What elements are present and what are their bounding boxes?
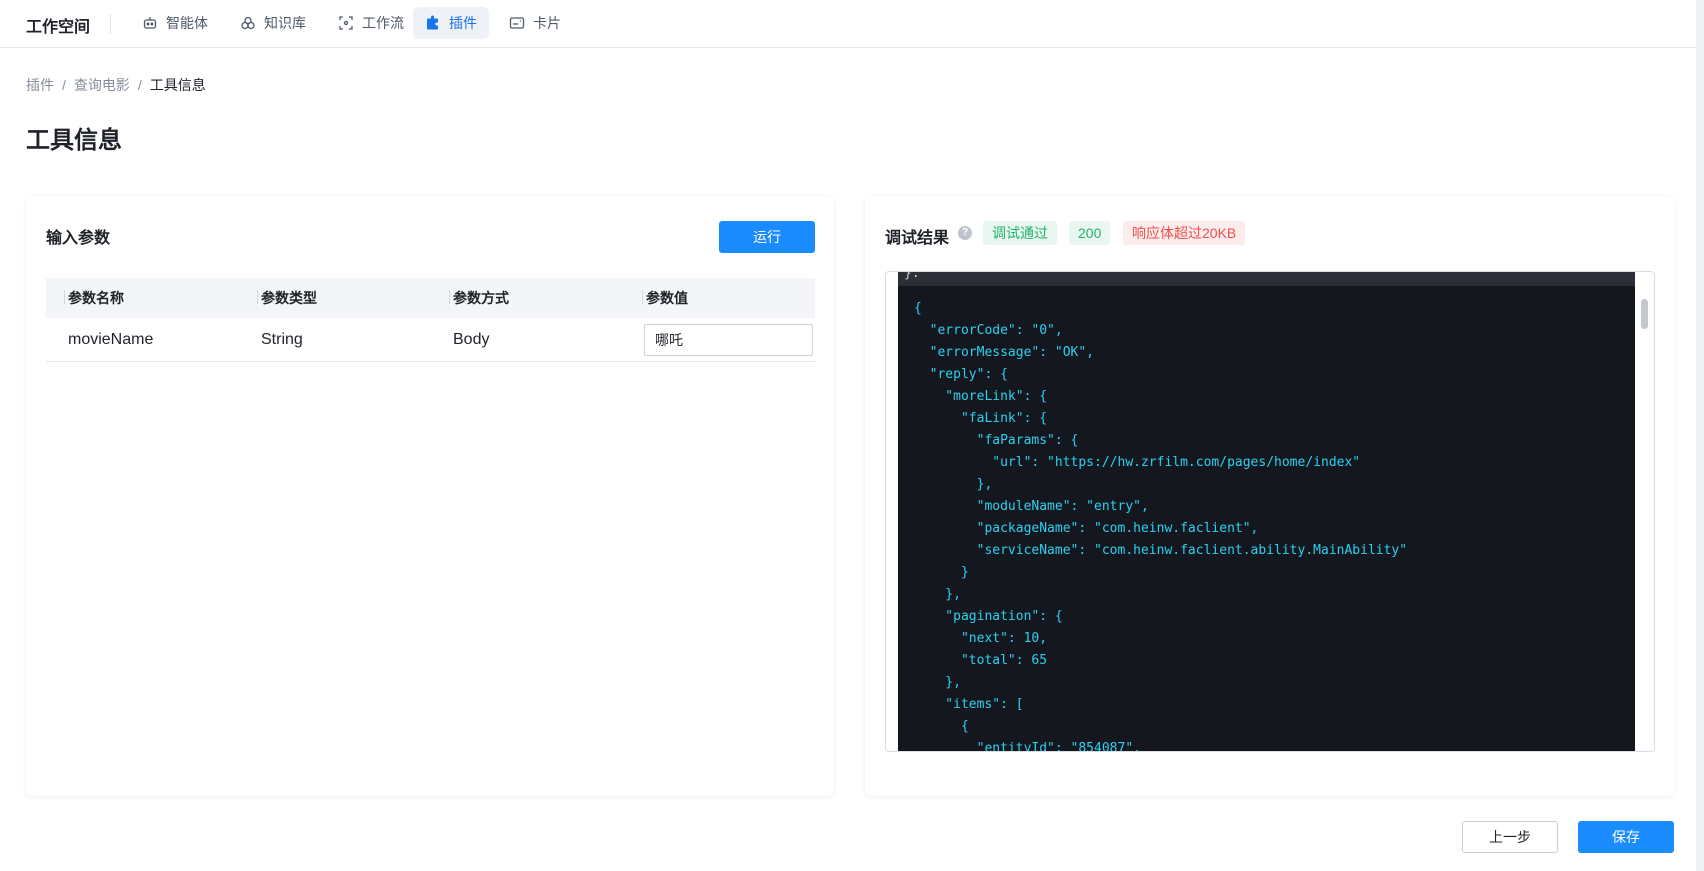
code-block[interactable]: }. { "errorCode": "0", "errorMessage": "… <box>898 272 1635 752</box>
scrollbar-thumb[interactable] <box>1641 299 1648 329</box>
input-params-title: 输入参数 <box>46 230 111 247</box>
param-method: Body <box>453 330 490 348</box>
puzzle-icon <box>427 15 438 30</box>
breadcrumb-separator: / <box>62 77 66 93</box>
nav-divider <box>110 14 111 34</box>
page-title: 工具信息 <box>26 127 122 154</box>
params-table: 参数名称 参数类型 参数方式 参数值 movieName String Body <box>46 278 815 362</box>
nav-item-plugins[interactable]: 插件 <box>413 7 489 39</box>
app-root: 工作空间 智能体 知识库 工作流 插件 卡片 插件 / 查询电影 / 工具信息 … <box>0 0 1704 871</box>
card-icon <box>509 17 525 29</box>
param-value-cell <box>624 323 815 356</box>
top-nav: 工作空间 智能体 知识库 工作流 插件 卡片 <box>0 0 1696 48</box>
robot-icon <box>143 17 157 29</box>
nav-item-knowledge[interactable]: 知识库 <box>228 7 318 39</box>
nav-item-workflow[interactable]: 工作流 <box>326 7 416 39</box>
params-table-header: 参数名称 参数类型 参数方式 参数值 <box>46 278 815 318</box>
workspace-title[interactable]: 工作空间 <box>26 13 90 37</box>
code-top-text: }. <box>904 272 920 281</box>
status-badge: 调试通过 <box>983 221 1057 245</box>
status-code-badge: 200 <box>1069 221 1111 245</box>
debug-result-title: 调试结果 <box>885 230 950 247</box>
column-header: 参数方式 <box>431 288 624 308</box>
help-icon[interactable]: ? <box>958 226 972 240</box>
breadcrumb-separator: / <box>137 77 142 93</box>
warning-badge: 响应体超过20KB <box>1123 221 1246 245</box>
workflow-icon <box>339 16 353 30</box>
nav-item-cards[interactable]: 卡片 <box>497 7 573 39</box>
column-header: 参数名称 <box>46 288 239 308</box>
nav-label: 插件 <box>449 15 477 31</box>
breadcrumb: 插件 / 查询电影 / 工具信息 <box>26 75 206 95</box>
code-top-strip: }. <box>898 272 1635 286</box>
run-button[interactable]: 运行 <box>719 221 815 253</box>
column-header: 参数类型 <box>239 288 431 308</box>
nav-label: 卡片 <box>533 15 561 31</box>
param-value-input[interactable] <box>644 323 813 356</box>
nav-item-agents[interactable]: 智能体 <box>130 7 220 39</box>
debug-result-card: 调试结果 ? 调试通过 200 响应体超过20KB }. { "errorCod… <box>865 196 1675 796</box>
knowledge-icon <box>241 16 255 30</box>
breadcrumb-item-plugins[interactable]: 插件 <box>26 75 54 95</box>
prev-step-button[interactable]: 上一步 <box>1462 821 1558 853</box>
nav-label: 智能体 <box>166 15 208 31</box>
param-name: movieName <box>68 330 154 348</box>
response-viewer: }. { "errorCode": "0", "errorMessage": "… <box>885 271 1655 752</box>
code-scrollbar[interactable] <box>1637 272 1654 751</box>
breadcrumb-item-current: 工具信息 <box>149 77 206 93</box>
nav-label: 知识库 <box>264 15 306 31</box>
table-row: movieName String Body <box>46 318 815 362</box>
input-params-card: 输入参数 运行 参数名称 参数类型 参数方式 参数值 movieName Str… <box>26 196 834 796</box>
nav-label: 工作流 <box>362 15 404 31</box>
column-header: 参数值 <box>624 288 815 308</box>
save-button[interactable]: 保存 <box>1578 821 1674 853</box>
response-json: { "errorCode": "0", "errorMessage": "OK"… <box>914 301 1408 752</box>
breadcrumb-item-movie[interactable]: 查询电影 <box>74 75 130 95</box>
param-type: String <box>261 330 303 348</box>
page-scrollbar[interactable] <box>1696 0 1704 871</box>
